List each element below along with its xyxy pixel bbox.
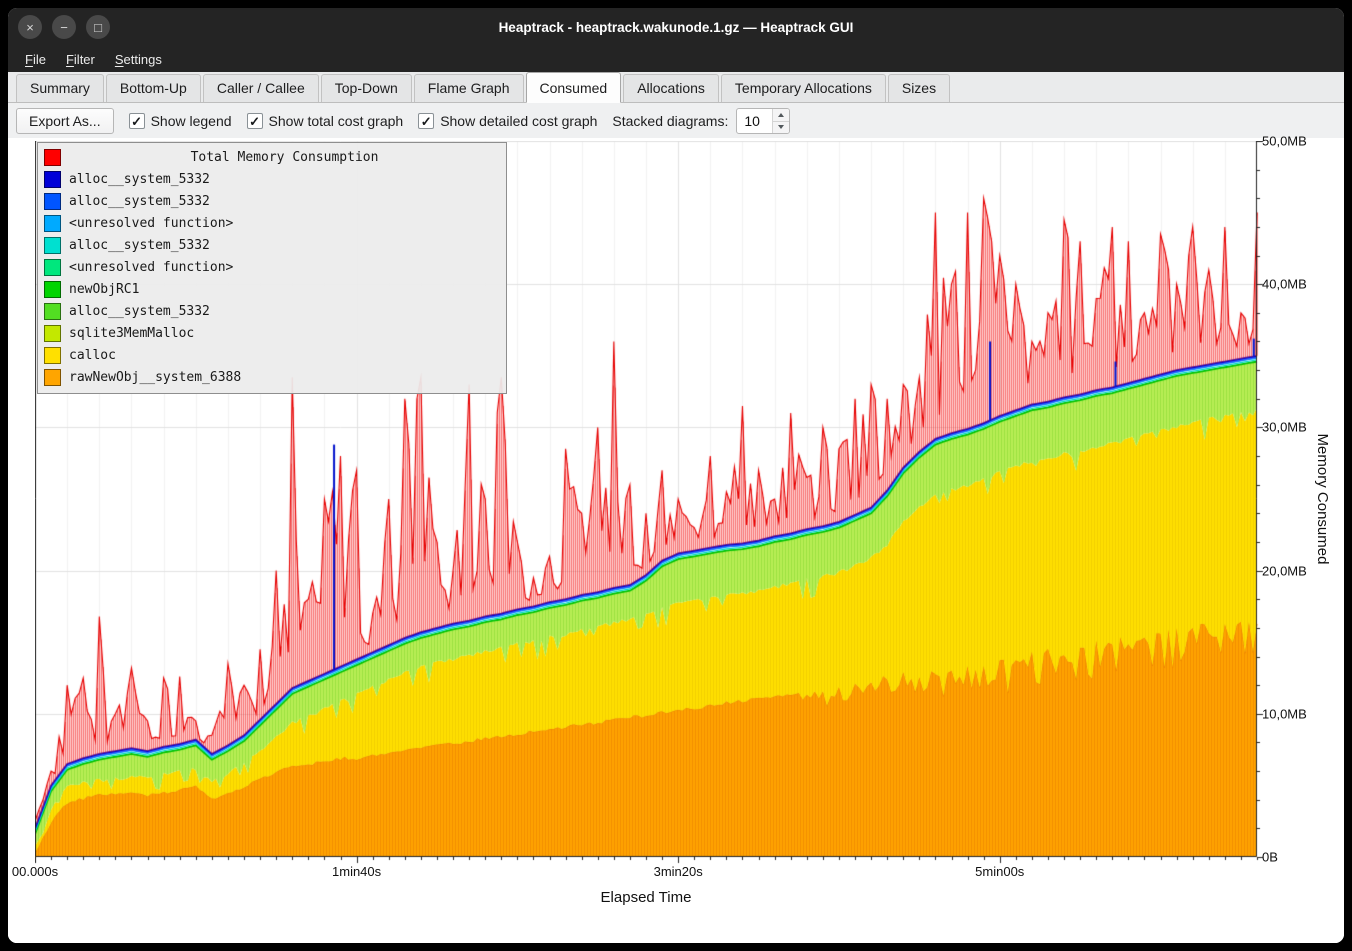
checkbox-show-legend[interactable]: ✓Show legend [129,113,232,129]
legend-item-label: alloc__system_5332 [69,304,210,319]
check-mark-icon: ✓ [421,115,432,128]
x-tick-label: 3min20s [654,864,703,879]
checkbox-show-detailed-cost-graph[interactable]: ✓Show detailed cost graph [418,113,597,129]
legend-item-label: alloc__system_5332 [69,194,210,209]
titlebar[interactable]: × − □ Heaptrack - heaptrack.wakunode.1.g… [8,8,1344,46]
menu-filter[interactable]: Filter [57,49,104,70]
y-tick-label: 0B [1262,850,1278,865]
close-icon: × [26,21,34,34]
legend-title: Total Memory Consumption [69,150,500,165]
menu-settings[interactable]: Settings [106,49,171,70]
y-tick-label: 30,0MB [1262,420,1307,435]
spinbox-buttons [772,109,789,133]
tab-summary[interactable]: Summary [16,74,104,102]
legend-color-swatch [44,149,61,166]
tab-bottom-up[interactable]: Bottom-Up [106,74,201,102]
x-tick-label: 00.000s [12,864,58,879]
chart-region: Total Memory Consumption alloc__system_53… [8,138,1344,943]
legend-item: alloc__system_5332 [44,190,500,212]
check-mark-icon: ✓ [249,115,260,128]
heaptrack-window: × − □ Heaptrack - heaptrack.wakunode.1.g… [8,8,1344,943]
legend-color-swatch [44,303,61,320]
legend-item-label: sqlite3MemMalloc [69,326,194,341]
legend-color-swatch [44,281,61,298]
legend-item: rawNewObj__system_6388 [44,366,500,388]
legend-item-label: rawNewObj__system_6388 [69,370,241,385]
legend-title-row: Total Memory Consumption [44,146,500,168]
legend-item-label: alloc__system_5332 [69,238,210,253]
checkbox-show-total-cost-graph[interactable]: ✓Show total cost graph [247,113,404,129]
legend-color-swatch [44,347,61,364]
spin-up-button[interactable] [773,109,789,122]
legend-item: alloc__system_5332 [44,234,500,256]
y-axis-title: Memory Consumed [1314,434,1331,565]
tab-top-down[interactable]: Top-Down [321,74,412,102]
legend-item-label: calloc [69,348,116,363]
stacked-diagrams-label: Stacked diagrams: [612,113,728,129]
export-as-button[interactable]: Export As... [16,108,114,134]
tab-caller-callee[interactable]: Caller / Callee [203,74,319,102]
checkbox-box-icon: ✓ [129,113,145,129]
check-mark-icon: ✓ [131,115,142,128]
spinbox-value: 10 [737,109,772,133]
y-tick-label: 50,0MB [1262,134,1307,149]
legend-item-label: <unresolved function> [69,260,233,275]
spin-down-icon [778,125,784,129]
legend-item: newObjRC1 [44,278,500,300]
window-buttons: × − □ [18,15,110,39]
y-tick-label: 40,0MB [1262,277,1307,292]
legend-color-swatch [44,325,61,342]
legend-item-label: alloc__system_5332 [69,172,210,187]
close-button[interactable]: × [18,15,42,39]
legend-color-swatch [44,237,61,254]
legend-item: sqlite3MemMalloc [44,322,500,344]
y-tick-label: 10,0MB [1262,706,1307,721]
legend-item: <unresolved function> [44,212,500,234]
main-area: SummaryBottom-UpCaller / CalleeTop-DownF… [8,72,1344,943]
menu-file[interactable]: File [16,49,55,70]
tab-allocations[interactable]: Allocations [623,74,719,102]
minimize-icon: − [60,21,68,34]
legend-color-swatch [44,171,61,188]
legend-item: calloc [44,344,500,366]
legend-item-label: <unresolved function> [69,216,233,231]
tab-sizes[interactable]: Sizes [888,74,950,102]
x-tick-label: 1min40s [332,864,381,879]
checkbox-box-icon: ✓ [247,113,263,129]
chart-legend: Total Memory Consumption alloc__system_53… [37,142,507,394]
tab-bar: SummaryBottom-UpCaller / CalleeTop-DownF… [8,72,1344,103]
legend-color-swatch [44,369,61,386]
x-tick-label: 5min00s [975,864,1024,879]
stacked-diagrams-spinbox[interactable]: 10 [736,108,790,134]
checkbox-box-icon: ✓ [418,113,434,129]
spin-down-button[interactable] [773,122,789,134]
spin-up-icon [778,113,784,117]
x-axis-title: Elapsed Time [601,889,692,906]
legend-item: alloc__system_5332 [44,168,500,190]
legend-color-swatch [44,215,61,232]
menubar: FileFilterSettings [8,46,1344,72]
maximize-icon: □ [94,21,102,34]
legend-item: alloc__system_5332 [44,300,500,322]
minimize-button[interactable]: − [52,15,76,39]
tab-flame-graph[interactable]: Flame Graph [414,74,524,102]
window-title: Heaptrack - heaptrack.wakunode.1.gz — He… [8,8,1344,46]
toolbar-checkboxes: ✓Show legend ✓Show total cost graph ✓Show … [129,113,598,129]
maximize-button[interactable]: □ [86,15,110,39]
toolbar: Export As... ✓Show legend ✓Show total cos… [8,103,1344,139]
y-tick-label: 20,0MB [1262,563,1307,578]
legend-item: <unresolved function> [44,256,500,278]
tab-consumed[interactable]: Consumed [526,72,622,103]
legend-color-swatch [44,259,61,276]
legend-item-label: newObjRC1 [69,282,139,297]
tab-temporary-allocations[interactable]: Temporary Allocations [721,74,886,102]
legend-color-swatch [44,193,61,210]
